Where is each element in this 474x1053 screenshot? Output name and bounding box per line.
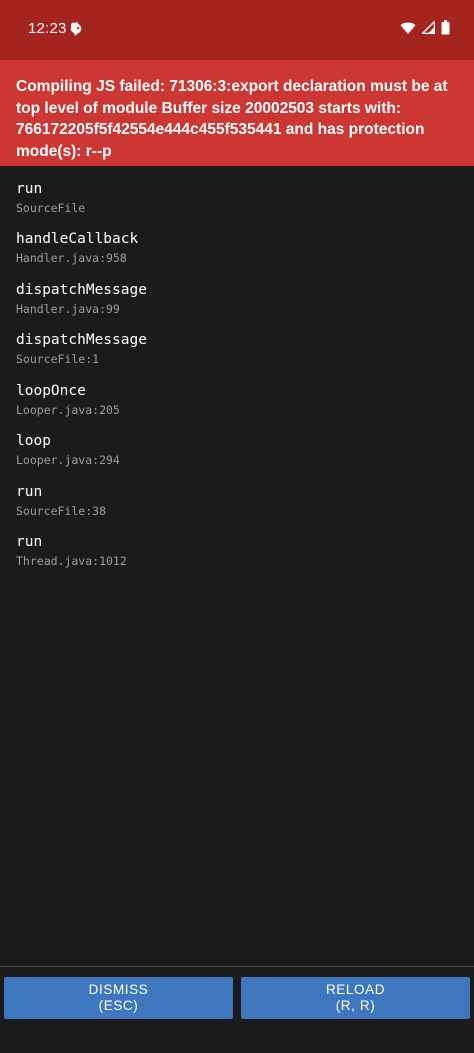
frame-method: dispatchMessage bbox=[16, 332, 147, 348]
error-header: Compiling JS failed: 71306:3:export decl… bbox=[0, 60, 474, 166]
frame-location: Thread.java:1012 bbox=[16, 554, 127, 568]
stack-frame[interactable]: dispatchMessage SourceFile:1 bbox=[16, 323, 456, 369]
frame-method: handleCallback bbox=[16, 231, 139, 247]
stack-frame[interactable]: loop Looper.java:294 bbox=[16, 424, 456, 470]
frame-location: Handler.java:99 bbox=[16, 302, 120, 316]
stack-frame[interactable]: run SourceFile:38 bbox=[16, 475, 456, 521]
stack-frame[interactable]: run SourceFile bbox=[16, 172, 456, 218]
reload-button[interactable]: RELOAD (R, R) bbox=[241, 977, 470, 1019]
dismiss-button[interactable]: DISMISS (ESC) bbox=[4, 977, 233, 1019]
app-notification-icon bbox=[70, 22, 82, 36]
status-time: 12:23 bbox=[28, 20, 67, 37]
frame-method: run bbox=[16, 484, 43, 500]
status-bar: 12:23 bbox=[0, 0, 474, 60]
button-bar: DISMISS (ESC) RELOAD (R, R) bbox=[0, 967, 474, 1053]
reload-label: RELOAD bbox=[325, 982, 386, 997]
wifi-icon bbox=[400, 22, 416, 34]
frame-location: Handler.java:958 bbox=[16, 251, 127, 265]
frame-location: SourceFile bbox=[16, 201, 86, 215]
frame-method: loop bbox=[16, 433, 51, 449]
stack-frame[interactable]: run Thread.java:1012 bbox=[16, 525, 456, 571]
stack-frame[interactable]: dispatchMessage Handler.java:99 bbox=[16, 273, 456, 319]
error-message: Compiling JS failed: 71306:3:export decl… bbox=[16, 78, 448, 160]
frame-method: loopOnce bbox=[16, 383, 86, 399]
stack-frame[interactable]: loopOnce Looper.java:205 bbox=[16, 374, 456, 420]
frame-location: Looper.java:205 bbox=[16, 403, 120, 417]
frame-method: run bbox=[16, 181, 43, 197]
reload-shortcut: (R, R) bbox=[335, 998, 376, 1013]
dismiss-label: DISMISS bbox=[88, 982, 149, 997]
frame-location: SourceFile:1 bbox=[16, 352, 100, 366]
battery-icon bbox=[441, 20, 450, 35]
frame-method: dispatchMessage bbox=[16, 282, 147, 298]
frame-location: SourceFile:38 bbox=[16, 504, 107, 518]
stack-frame[interactable]: handleCallback Handler.java:958 bbox=[16, 222, 456, 268]
frame-method: run bbox=[16, 534, 43, 550]
stack-trace-list[interactable]: run SourceFile handleCallback Handler.ja… bbox=[0, 166, 474, 966]
dismiss-shortcut: (ESC) bbox=[98, 998, 139, 1013]
frame-location: Looper.java:294 bbox=[16, 453, 120, 467]
status-icons bbox=[400, 20, 450, 35]
signal-icon bbox=[422, 21, 435, 34]
